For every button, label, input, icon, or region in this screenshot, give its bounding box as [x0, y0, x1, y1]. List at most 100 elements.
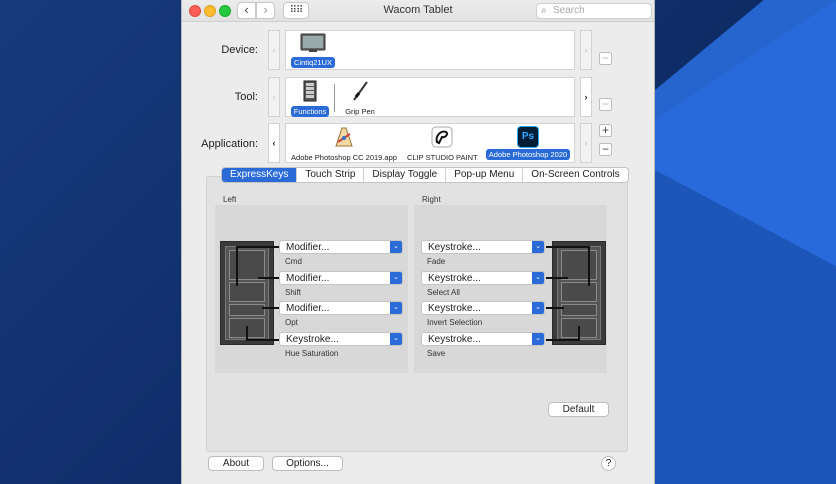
about-button[interactable]: About — [208, 456, 264, 471]
right-key-3-dropdown[interactable]: Keystroke... ⌄ — [421, 301, 545, 315]
left-section-heading: Left — [223, 195, 237, 204]
left-connector-3 — [262, 307, 280, 309]
device-scroll-left[interactable]: ‹ — [268, 30, 280, 70]
right-key-1-value: Keystroke... — [428, 242, 481, 253]
left-key-3-value: Modifier... — [286, 303, 330, 314]
right-key-4-value: Keystroke... — [428, 334, 481, 345]
application-item-label-clip-studio-paint: CLIP STUDIO PAINT — [407, 153, 478, 162]
cintiq-device-icon — [300, 33, 326, 52]
left-key-1 — [229, 250, 265, 280]
clip-studio-paint-icon — [431, 126, 453, 148]
chevron-down-icon: ⌄ — [390, 302, 402, 314]
right-key-2 — [561, 282, 597, 302]
right-key-3 — [561, 304, 597, 316]
chevron-down-icon: ⌄ — [532, 241, 544, 253]
right-connector-4-v — [578, 326, 580, 340]
add-application-button[interactable]: + — [599, 124, 612, 137]
left-key-4-value: Keystroke... — [286, 334, 339, 345]
tab-expresskeys[interactable]: ExpressKeys — [222, 168, 298, 182]
application-item-label-photoshop-cc-2019: Adobe Photoshop CC 2019.app — [291, 153, 397, 162]
device-label: Device: — [221, 44, 258, 56]
tool-list: Functions Grip Pen — [285, 77, 575, 117]
photoshop-cc-2019-icon — [335, 127, 353, 147]
tool-item-label-functions: Functions — [290, 106, 330, 117]
grip-pen-icon — [353, 81, 368, 101]
application-scroll-right[interactable]: › — [580, 123, 592, 163]
wacom-tablet-window: ‹ › ⠿⠿ Wacom Tablet ⌕ Search Device: ‹ C… — [181, 0, 655, 484]
left-key-1-dropdown[interactable]: Modifier... ⌄ — [279, 240, 403, 254]
application-label: Application: — [201, 138, 258, 150]
left-connector-4-v — [246, 326, 248, 340]
right-key-1 — [561, 250, 597, 280]
tab-touch-strip[interactable]: Touch Strip — [297, 168, 365, 182]
application-item-label-photoshop-2020: Adobe Photoshop 2020 — [485, 149, 571, 160]
chevron-down-icon: ⌄ — [532, 272, 544, 284]
right-key-4-dropdown[interactable]: Keystroke... ⌄ — [421, 332, 545, 346]
application-item-clip-studio-paint[interactable]: CLIP STUDIO PAINT — [404, 126, 480, 163]
remove-application-button[interactable]: − — [599, 143, 612, 156]
left-connector-4 — [246, 339, 280, 341]
device-list: Cintiq21UX — [285, 30, 575, 70]
title-bar: ‹ › ⠿⠿ Wacom Tablet ⌕ Search — [182, 0, 654, 22]
left-connector-2 — [258, 277, 280, 279]
left-key-3 — [229, 304, 265, 316]
device-scroll-right[interactable]: › — [580, 30, 592, 70]
help-button[interactable]: ? — [601, 456, 616, 471]
right-connector-1 — [546, 246, 590, 248]
tool-scroll-right[interactable]: › — [580, 77, 592, 117]
right-key-1-detail: Fade — [427, 257, 446, 266]
default-button[interactable]: Default — [548, 402, 609, 417]
search-field[interactable]: ⌕ Search — [536, 3, 652, 19]
right-key-2-dropdown[interactable]: Keystroke... ⌄ — [421, 271, 545, 285]
tab-on-screen-controls[interactable]: On-Screen Controls — [523, 168, 627, 182]
device-item[interactable]: Cintiq21UX — [290, 33, 336, 68]
application-item-photoshop-2020[interactable]: Ps Adobe Photoshop 2020 — [483, 126, 573, 160]
tool-item-grip-pen[interactable]: Grip Pen — [340, 80, 380, 117]
tab-pop-up-menu[interactable]: Pop-up Menu — [446, 168, 524, 182]
tool-item-label-grip-pen: Grip Pen — [345, 107, 375, 116]
left-connector-1-v — [236, 246, 238, 286]
right-connector-4 — [546, 339, 580, 341]
search-icon: ⌕ — [541, 5, 547, 16]
chevron-down-icon: ⌄ — [390, 241, 402, 253]
left-key-1-detail: Cmd — [285, 257, 302, 266]
tool-item-functions[interactable]: Functions — [288, 80, 332, 117]
right-connector-2 — [546, 277, 568, 279]
application-scroll-left[interactable]: ‹ — [268, 123, 280, 163]
chevron-down-icon: ⌄ — [532, 302, 544, 314]
tab-display-toggle[interactable]: Display Toggle — [364, 168, 447, 182]
right-key-4-detail: Save — [427, 349, 446, 358]
left-key-2-dropdown[interactable]: Modifier... ⌄ — [279, 271, 403, 285]
tool-scroll-left[interactable]: ‹ — [268, 77, 280, 117]
right-key-2-value: Keystroke... — [428, 273, 481, 284]
left-key-4-detail: Hue Saturation — [285, 349, 339, 358]
search-placeholder: Search — [553, 5, 585, 16]
chevron-down-icon: ⌄ — [390, 333, 402, 345]
right-key-2-detail: Select All — [427, 288, 460, 297]
left-key-2 — [229, 282, 265, 302]
left-key-3-dropdown[interactable]: Modifier... ⌄ — [279, 301, 403, 315]
device-item-label: Cintiq21UX — [291, 57, 335, 68]
left-key-3-detail: Opt — [285, 318, 298, 327]
application-item-photoshop-cc-2019[interactable]: Adobe Photoshop CC 2019.app — [288, 126, 400, 163]
right-key-3-detail: Invert Selection — [427, 318, 483, 327]
left-key-2-detail: Shift — [285, 288, 302, 297]
right-connector-3 — [546, 307, 564, 309]
left-key-2-value: Modifier... — [286, 273, 330, 284]
left-connector-1 — [236, 246, 280, 248]
remove-tool-button[interactable]: − — [599, 98, 612, 111]
left-key-1-value: Modifier... — [286, 242, 330, 253]
chevron-down-icon: ⌄ — [532, 333, 544, 345]
tab-bar: ExpressKeys Touch Strip Display Toggle P… — [221, 167, 629, 183]
right-section-heading: Right — [422, 195, 441, 204]
chevron-down-icon: ⌄ — [390, 272, 402, 284]
remove-device-button[interactable]: − — [599, 52, 612, 65]
right-key-1-dropdown[interactable]: Keystroke... ⌄ — [421, 240, 545, 254]
tool-label: Tool: — [234, 91, 258, 103]
options-button[interactable]: Options... — [272, 456, 343, 471]
right-connector-1-v — [588, 246, 590, 286]
tool-divider — [334, 84, 335, 112]
functions-icon — [303, 80, 317, 102]
photoshop-2020-icon: Ps — [517, 126, 539, 148]
left-key-4-dropdown[interactable]: Keystroke... ⌄ — [279, 332, 403, 346]
